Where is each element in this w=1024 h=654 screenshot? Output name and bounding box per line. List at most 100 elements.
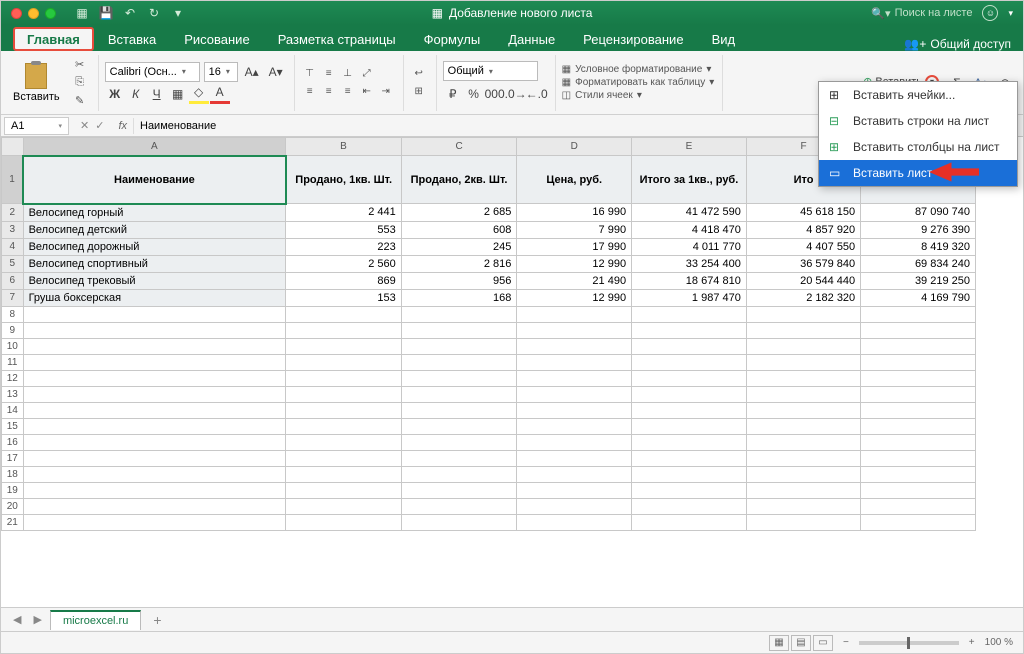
cell[interactable] [517, 466, 632, 482]
cell[interactable] [632, 514, 747, 530]
cell[interactable] [861, 370, 976, 386]
help-dropdown-icon[interactable]: ▾ [1008, 8, 1013, 19]
row-header[interactable]: 3 [2, 221, 24, 238]
cell[interactable] [632, 450, 747, 466]
row-header[interactable]: 11 [2, 354, 24, 370]
search-box[interactable]: 🔍▾ Поиск на листе [871, 7, 972, 20]
cell[interactable] [401, 482, 517, 498]
cell[interactable]: Наименование [23, 156, 286, 204]
cell[interactable] [401, 498, 517, 514]
cell[interactable] [517, 450, 632, 466]
cell[interactable] [861, 306, 976, 322]
cut-icon[interactable]: ✂ [70, 57, 90, 73]
row-header[interactable]: 9 [2, 322, 24, 338]
cell[interactable] [861, 482, 976, 498]
feedback-icon[interactable]: ☺ [982, 5, 998, 21]
row-header[interactable]: 17 [2, 450, 24, 466]
cell[interactable]: Продано, 1кв. Шт. [286, 156, 402, 204]
cell[interactable]: 869 [286, 272, 402, 289]
cell[interactable]: 2 441 [286, 204, 402, 222]
row-header[interactable]: 18 [2, 466, 24, 482]
row-header[interactable]: 10 [2, 338, 24, 354]
cell[interactable] [517, 418, 632, 434]
tab-data[interactable]: Данные [494, 27, 569, 51]
cell[interactable]: 608 [401, 221, 517, 238]
row-header[interactable]: 20 [2, 498, 24, 514]
row-header[interactable]: 13 [2, 386, 24, 402]
cell[interactable]: 39 219 250 [861, 272, 976, 289]
cell[interactable]: 12 990 [517, 255, 632, 272]
thousands-icon[interactable]: 000 [485, 84, 505, 104]
cell[interactable]: 18 674 810 [632, 272, 747, 289]
merge-icon[interactable]: ⊞ [410, 84, 428, 100]
worksheet[interactable]: A B C D E F G 1 Наименование Продано, 1к… [1, 137, 1023, 607]
font-size-combo[interactable]: 16 [204, 62, 238, 82]
tab-review[interactable]: Рецензирование [569, 27, 697, 51]
cell[interactable]: 168 [401, 289, 517, 306]
cell[interactable] [632, 482, 747, 498]
cell[interactable] [23, 450, 286, 466]
cell[interactable]: 8 419 320 [861, 238, 976, 255]
cell[interactable]: Велосипед дорожный [23, 238, 286, 255]
cell[interactable] [632, 322, 747, 338]
row-header[interactable]: 15 [2, 418, 24, 434]
percent-icon[interactable]: % [464, 84, 484, 104]
cell[interactable] [746, 418, 860, 434]
cell[interactable] [401, 466, 517, 482]
cell[interactable] [746, 434, 860, 450]
cell[interactable] [23, 418, 286, 434]
cell[interactable] [401, 306, 517, 322]
cell[interactable] [632, 402, 747, 418]
cell[interactable] [401, 386, 517, 402]
underline-button[interactable]: Ч [147, 84, 167, 104]
cell[interactable] [401, 434, 517, 450]
cell[interactable] [746, 306, 860, 322]
tab-nav-right-icon[interactable]: ▶ [29, 613, 45, 626]
cell[interactable]: Итого за 1кв., руб. [632, 156, 747, 204]
menu-insert-cols[interactable]: ⊞Вставить столбцы на лист [819, 134, 1017, 160]
cell[interactable] [517, 402, 632, 418]
undo-icon[interactable]: ↶ [122, 5, 138, 21]
cell[interactable]: 223 [286, 238, 402, 255]
row-header[interactable]: 4 [2, 238, 24, 255]
cell[interactable] [861, 434, 976, 450]
sheet-tab[interactable]: microexcel.ru [50, 610, 141, 630]
font-color-button[interactable]: A [210, 84, 230, 104]
align-top-icon[interactable]: ⊤ [301, 66, 319, 82]
format-as-table[interactable]: ▦Форматировать как таблицу ▾ [562, 77, 715, 88]
cell[interactable]: 7 990 [517, 221, 632, 238]
increase-decimal-icon[interactable]: .0→ [506, 84, 526, 104]
cell[interactable] [746, 370, 860, 386]
cell[interactable] [632, 386, 747, 402]
cell[interactable]: 17 990 [517, 238, 632, 255]
cell[interactable] [517, 306, 632, 322]
col-header[interactable]: B [286, 138, 402, 156]
cell[interactable] [286, 418, 402, 434]
cell[interactable]: 4 407 550 [746, 238, 860, 255]
tab-layout[interactable]: Разметка страницы [264, 27, 410, 51]
cell[interactable] [517, 498, 632, 514]
cell[interactable]: 20 544 440 [746, 272, 860, 289]
row-header[interactable]: 1 [2, 156, 24, 204]
number-format-combo[interactable]: Общий [443, 61, 538, 81]
cell[interactable]: 12 990 [517, 289, 632, 306]
col-header[interactable]: A [23, 138, 286, 156]
cell[interactable] [861, 514, 976, 530]
row-header[interactable]: 14 [2, 402, 24, 418]
cell[interactable]: 2 816 [401, 255, 517, 272]
cell[interactable] [746, 354, 860, 370]
orientation-icon[interactable]: ⤢ [358, 66, 376, 82]
border-button[interactable]: ▦ [168, 84, 188, 104]
tab-draw[interactable]: Рисование [170, 27, 263, 51]
cell[interactable] [746, 322, 860, 338]
row-header[interactable]: 6 [2, 272, 24, 289]
cell[interactable] [286, 402, 402, 418]
cell[interactable]: 4 169 790 [861, 289, 976, 306]
page-break-view-icon[interactable]: ▭ [813, 635, 833, 651]
zoom-out-icon[interactable]: − [843, 637, 849, 648]
cell[interactable] [286, 482, 402, 498]
accept-formula-icon[interactable]: ✓ [95, 119, 104, 132]
cell[interactable] [23, 354, 286, 370]
redo-icon[interactable]: ↻ [146, 5, 162, 21]
cell[interactable] [286, 514, 402, 530]
